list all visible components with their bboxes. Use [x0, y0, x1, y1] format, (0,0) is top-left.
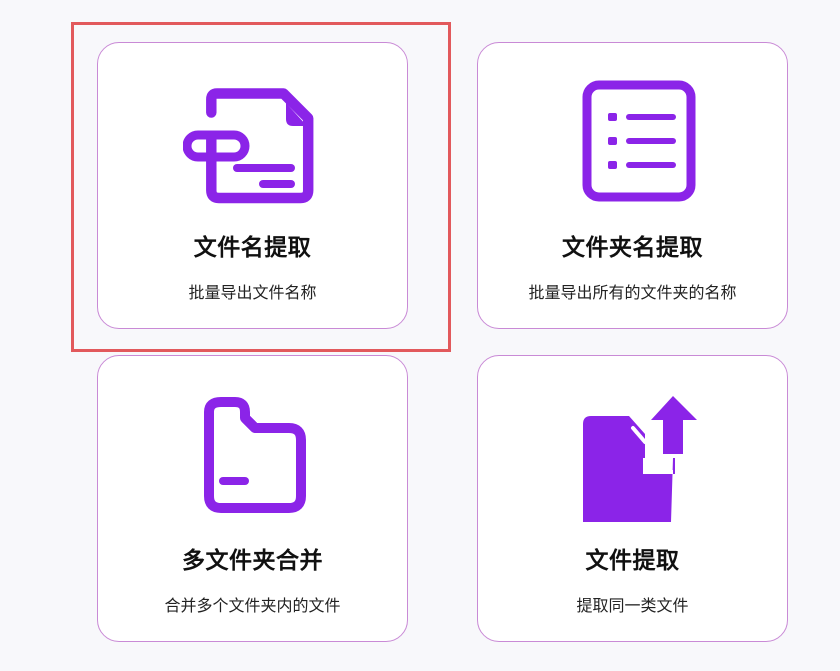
folder-icon: [183, 392, 323, 522]
card-title: 文件夹名提取: [562, 235, 703, 261]
card-title: 多文件夹合并: [182, 548, 323, 574]
tool-card-folder-name-extract[interactable]: 文件夹名提取 批量导出所有的文件夹的名称: [477, 42, 788, 329]
tool-card-file-extract[interactable]: 文件提取 提取同一类文件: [477, 355, 788, 642]
card-description: 提取同一类文件: [576, 596, 689, 615]
card-description: 合并多个文件夹内的文件: [164, 596, 341, 615]
list-icon: [563, 79, 703, 209]
card-description: 批量导出所有的文件夹的名称: [528, 283, 737, 302]
tool-card-multi-folder-merge[interactable]: 多文件夹合并 合并多个文件夹内的文件: [97, 355, 408, 642]
file-document-icon: [182, 79, 323, 209]
card-description: 批量导出文件名称: [188, 283, 317, 302]
card-title: 文件提取: [585, 548, 680, 574]
folder-upload-icon: [563, 392, 703, 522]
tool-card-file-name-extract[interactable]: 文件名提取 批量导出文件名称: [97, 42, 408, 329]
card-title: 文件名提取: [193, 235, 312, 261]
